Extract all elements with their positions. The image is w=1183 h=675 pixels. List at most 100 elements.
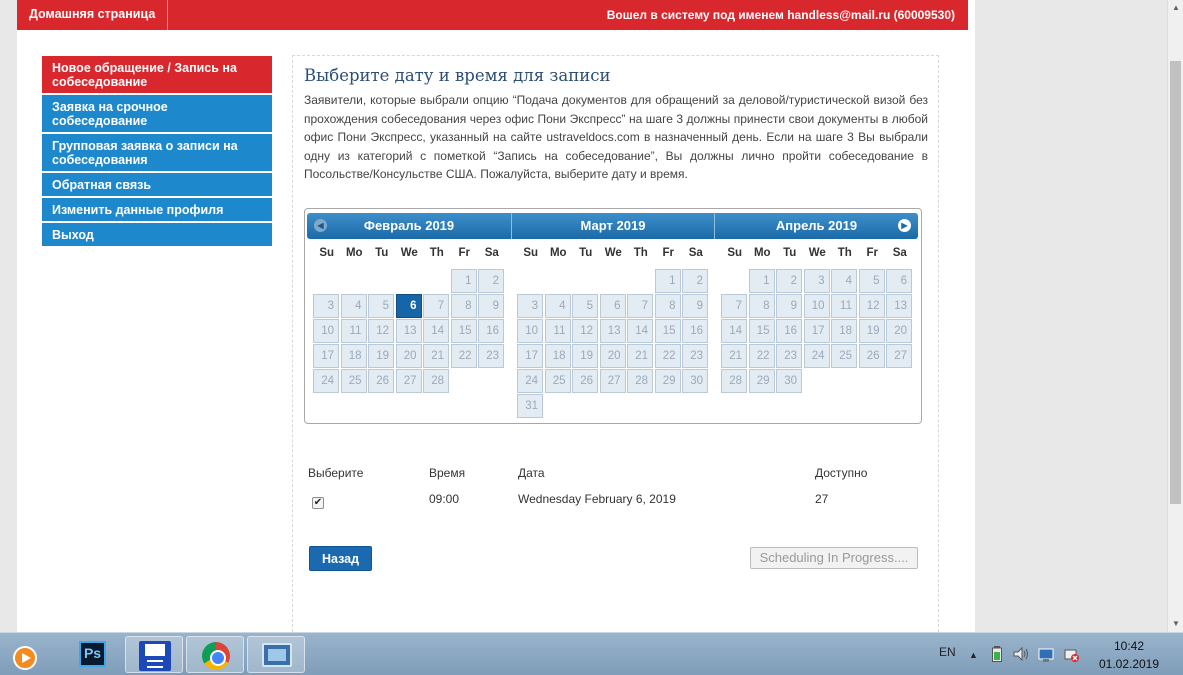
calendar-day: 15 — [654, 319, 681, 343]
browser-viewport: Домашняя страница Вошел в систему под им… — [0, 0, 1167, 632]
weekday-label: We — [604, 247, 622, 259]
slot-checkbox[interactable]: ✔ — [312, 497, 324, 509]
chrome-button[interactable] — [186, 636, 244, 673]
calendar-day: 18 — [544, 344, 571, 368]
calendar-day: 19 — [572, 344, 598, 368]
page-title: Выберите дату и время для записи — [304, 66, 611, 85]
weekday-label: Mo — [549, 247, 567, 259]
weekday-label: Sa — [688, 247, 703, 259]
calendar-day: 9 — [776, 294, 802, 318]
save-disk-icon — [139, 641, 171, 671]
calendar-day: 11 — [340, 319, 367, 343]
calendar-day: 28 — [423, 369, 449, 393]
calendar-day: 9 — [682, 294, 708, 318]
calendar-day: 1 — [450, 269, 477, 293]
calendar-day: 29 — [748, 369, 775, 393]
language-indicator[interactable]: EN — [939, 645, 956, 675]
slot-date: Wednesday February 6, 2019 — [518, 492, 676, 506]
calendar-day: 28 — [627, 369, 653, 393]
calendar-day: 26 — [858, 344, 885, 368]
vertical-scrollbar[interactable]: ▲ ▼ — [1167, 0, 1183, 632]
header-select: Выберите — [308, 466, 364, 480]
calendar-day: 1 — [654, 269, 681, 293]
volume-icon[interactable] — [1013, 646, 1029, 664]
sidebar-item-urgent-interview[interactable]: Заявка на срочное собеседование — [42, 95, 272, 134]
calendar-day: 12 — [368, 319, 394, 343]
calendar-day: 17 — [313, 344, 339, 368]
remote-desktop-button[interactable] — [247, 636, 305, 673]
calendar-day: 5 — [572, 294, 598, 318]
show-hidden-icons-icon[interactable]: ▲ — [969, 650, 978, 660]
scroll-up-icon[interactable]: ▲ — [1168, 0, 1183, 16]
sidebar-item-feedback[interactable]: Обратная связь — [42, 173, 272, 198]
sidebar-item-logout[interactable]: Выход — [42, 223, 272, 248]
month-header-apr: Апрель 2019 ▶ — [714, 213, 918, 239]
calendar-day: 11 — [544, 319, 571, 343]
main-content: Выберите дату и время для записи Заявите… — [292, 55, 939, 632]
clock-time: 10:42 — [1113, 639, 1145, 653]
month-title: Апрель 2019 — [775, 218, 858, 233]
media-player-button[interactable] — [0, 636, 50, 673]
battery-icon[interactable] — [992, 646, 1002, 665]
calendar-day: 26 — [572, 369, 598, 393]
sidebar-menu: Новое обращение / Запись на собеседовани… — [42, 56, 272, 248]
scroll-down-icon[interactable]: ▼ — [1168, 616, 1183, 632]
calendar-day: 8 — [450, 294, 477, 318]
clock-date: 01.02.2019 — [1098, 657, 1160, 671]
calendar-day: 22 — [748, 344, 775, 368]
month-title: Февраль 2019 — [363, 218, 455, 233]
weekday-label: Su — [727, 247, 743, 259]
remote-desktop-icon — [262, 643, 292, 667]
calendar-day-selected[interactable]: 6 — [395, 294, 422, 318]
calendar-day: 9 — [478, 294, 504, 318]
month-header-mar: Март 2019 — [511, 213, 714, 239]
header-date: Дата — [518, 466, 545, 480]
home-link[interactable]: Домашняя страница — [17, 0, 169, 30]
photoshop-button[interactable]: Ps — [64, 636, 122, 673]
calendar-day: 5 — [368, 294, 394, 318]
network-icon[interactable] — [1038, 647, 1056, 666]
sidebar-item-new-appointment[interactable]: Новое обращение / Запись на собеседовани… — [42, 56, 272, 95]
intro-text: Заявители, которые выбрали опцию “Подача… — [304, 93, 928, 181]
calendar-day: 14 — [721, 319, 747, 343]
scheduling-button[interactable]: Scheduling In Progress.... — [750, 547, 918, 569]
calendar-day: 14 — [423, 319, 449, 343]
weekday-label: Sa — [892, 247, 907, 259]
weekday-label: Th — [837, 247, 852, 259]
action-center-icon[interactable] — [1064, 647, 1080, 666]
calendar-day: 19 — [368, 344, 394, 368]
calendar-day: 4 — [340, 294, 367, 318]
next-arrow-icon[interactable]: ▶ — [898, 219, 911, 232]
logged-in-user: Вошел в систему под именем handless@mail… — [606, 8, 955, 22]
scroll-thumb[interactable] — [1170, 61, 1181, 504]
calendar-day: 10 — [803, 294, 830, 318]
calendar-day: 10 — [517, 319, 543, 343]
weekday-label: Fr — [866, 247, 879, 259]
calendar-day: 2 — [682, 269, 708, 293]
header-available: Доступно — [815, 466, 868, 480]
sidebar-item-group-request[interactable]: Групповая заявка о записи на собеседован… — [42, 134, 272, 173]
system-clock[interactable]: 10:42 01.02.2019 — [1094, 637, 1164, 673]
calendar-day: 8 — [748, 294, 775, 318]
calendar-day: 19 — [858, 319, 885, 343]
top-bar: Домашняя страница Вошел в систему под им… — [17, 0, 968, 30]
calendar-day: 13 — [395, 319, 422, 343]
calendar-day: 3 — [313, 294, 339, 318]
month-header-feb: ◀ Февраль 2019 — [307, 213, 511, 239]
calendar-day: 2 — [776, 269, 802, 293]
weekday-label: Tu — [783, 247, 797, 259]
calendar-day: 7 — [721, 294, 747, 318]
calendar-day: 7 — [627, 294, 653, 318]
taskbar: Ps EN ▲ 10:42 01.02.2019 — [0, 632, 1183, 675]
date-picker: ◀ Февраль 2019 Март 2019 Апрель 2019 ▶ S… — [304, 208, 922, 424]
save-app-button[interactable] — [125, 636, 183, 673]
prev-arrow-icon[interactable]: ◀ — [314, 219, 327, 232]
back-button[interactable]: Назад — [309, 546, 372, 571]
calendar-day: 10 — [313, 319, 339, 343]
calendar-day: 13 — [599, 319, 626, 343]
calendar-day: 12 — [858, 294, 885, 318]
calendar-day: 24 — [313, 369, 339, 393]
calendar-day: 2 — [478, 269, 504, 293]
page-body: Домашняя страница Вошел в систему под им… — [17, 0, 975, 632]
sidebar-item-edit-profile[interactable]: Изменить данные профиля — [42, 198, 272, 223]
